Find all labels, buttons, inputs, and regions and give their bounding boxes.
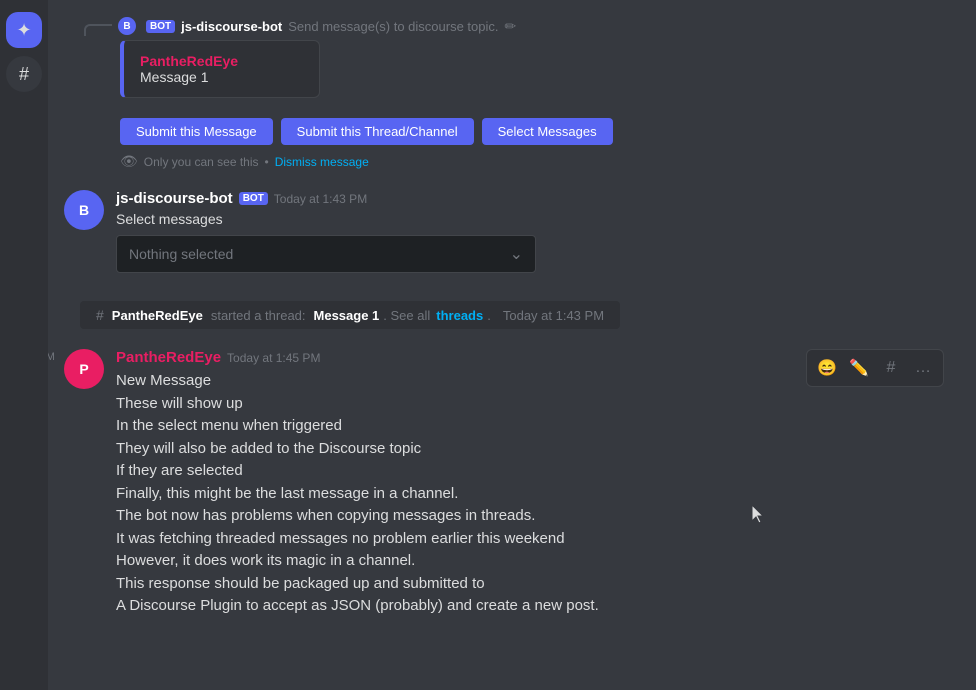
msg-line-4: If they are selected (116, 460, 960, 483)
bot-timestamp: Today at 1:43 PM (274, 192, 367, 206)
panthe-avatar: P (64, 349, 104, 389)
select-messages-button[interactable]: Select Messages (482, 118, 613, 145)
section-divider: # PantheRedEye started a thread: Message… (64, 301, 960, 337)
reply-bot-avatar: B (118, 17, 136, 35)
emoji-reaction-button[interactable]: 😄 (813, 354, 841, 382)
msg-line-10: A Discourse Plugin to accept as JSON (pr… (116, 595, 960, 618)
message-area: B BOT js-discourse-bot Send message(s) t… (48, 0, 976, 690)
reply-indicator: B BOT js-discourse-bot Send message(s) t… (84, 16, 960, 36)
bot-username: js-discourse-bot (116, 190, 233, 207)
select-dropdown[interactable]: Nothing selected ⌄ (116, 235, 536, 273)
nothing-selected-text: Nothing selected (129, 246, 233, 262)
bot-message-block: B js-discourse-bot BOT Today at 1:43 PM … (64, 186, 960, 277)
reply-sender: PantheRedEye (140, 53, 303, 69)
ephemeral-text: Only you can see this (144, 155, 259, 169)
ephemeral-notice: 👁 Only you can see this • Dismiss messag… (120, 153, 960, 170)
hashtag-icon: # (19, 64, 29, 85)
panthe-timestamp: Today at 1:45 PM (227, 351, 320, 365)
thread-hashtag-icon: # (887, 359, 896, 377)
dismiss-message-link[interactable]: Dismiss message (275, 155, 369, 169)
action-buttons: Submit this Message Submit this Thread/C… (120, 118, 960, 145)
panthe-message-block: 1:46 PM P PantheRedEye Today at 1:45 PM … (64, 345, 960, 622)
action-buttons-wrapper: Submit this Message Submit this Thread/C… (120, 118, 960, 145)
ephemeral-separator: • (265, 155, 269, 169)
submit-thread-button[interactable]: Submit this Thread/Channel (281, 118, 474, 145)
thread-sender: PantheRedEye (112, 308, 203, 323)
bot-message-content: js-discourse-bot BOT Today at 1:43 PM Se… (116, 190, 960, 273)
chevron-down-icon: ⌄ (510, 244, 523, 264)
reply-bot-badge: BOT (146, 20, 175, 33)
submit-message-button[interactable]: Submit this Message (120, 118, 273, 145)
discord-server-icon[interactable]: ✦ (6, 12, 42, 48)
bot-badge: BOT (239, 192, 268, 205)
thread-see-all: . See all (383, 308, 430, 323)
reply-card-wrapper: PantheRedEye Message 1 (120, 40, 960, 110)
reply-message-preview: Message 1 (140, 69, 303, 85)
spacer (64, 281, 960, 297)
bot-message-header: js-discourse-bot BOT Today at 1:43 PM (116, 190, 960, 207)
msg-line-8: However, it does work its magic in a cha… (116, 550, 960, 573)
panthe-message-content: PantheRedEye Today at 1:45 PM New Messag… (116, 349, 960, 618)
more-actions-button[interactable]: … (909, 354, 937, 382)
thread-period: . (487, 308, 491, 323)
reply-preview-text: Send message(s) to discourse topic. (288, 19, 498, 34)
thread-notification: # PantheRedEye started a thread: Message… (80, 301, 620, 329)
hashtag-server-icon[interactable]: # (6, 56, 42, 92)
panthe-username: PantheRedEye (116, 349, 221, 366)
discord-logo-icon: ✦ (16, 20, 31, 41)
msg-line-5: Finally, this might be the last message … (116, 483, 960, 506)
edit-icon[interactable]: ✏ (505, 18, 517, 35)
select-label: Select messages (116, 211, 960, 227)
reply-bot-name: js-discourse-bot (181, 19, 282, 34)
msg-line-7: It was fetching threaded messages no pro… (116, 528, 960, 551)
ephemeral-notice-wrapper: 👁 Only you can see this • Dismiss messag… (120, 153, 960, 170)
eye-icon: 👁 (120, 153, 138, 170)
msg-line-1: These will show up (116, 393, 960, 416)
msg-line-2: In the select menu when triggered (116, 415, 960, 438)
reply-card: PantheRedEye Message 1 (120, 40, 320, 98)
threads-link[interactable]: threads (436, 308, 483, 323)
sidebar: ✦ # (0, 0, 48, 690)
panthe-message-wrapper: 1:46 PM P PantheRedEye Today at 1:45 PM … (64, 345, 960, 622)
msg-line-9: This response should be packaged up and … (116, 573, 960, 596)
thread-action: started a thread: (211, 308, 306, 323)
thread-name: Message 1 (314, 308, 380, 323)
side-timestamp: 1:46 PM (48, 351, 55, 363)
thread-timestamp: Today at 1:43 PM (503, 308, 604, 323)
thread-button[interactable]: # (877, 354, 905, 382)
msg-line-3: They will also be added to the Discourse… (116, 438, 960, 461)
main-content: B BOT js-discourse-bot Send message(s) t… (48, 0, 976, 690)
reply-line (84, 24, 112, 36)
bot-avatar: B (64, 190, 104, 230)
edit-message-button[interactable]: ✏️ (845, 354, 873, 382)
thread-icon: # (96, 307, 104, 323)
msg-line-6: The bot now has problems when copying me… (116, 505, 960, 528)
hover-actions: 😄 ✏️ # … (806, 349, 944, 387)
